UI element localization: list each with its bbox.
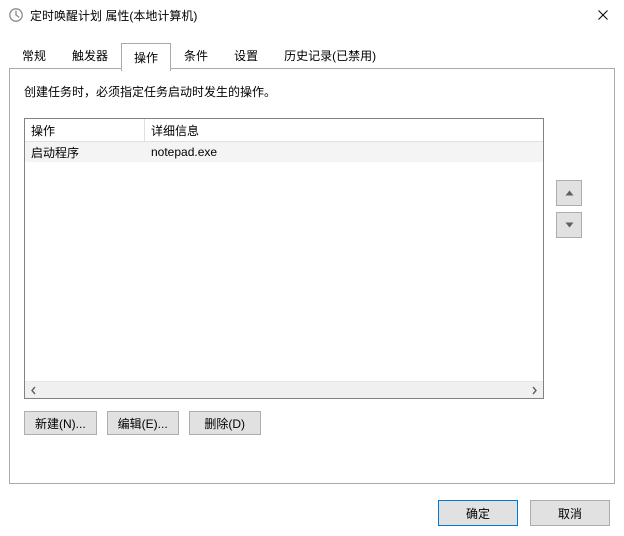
column-header-action[interactable]: 操作 (25, 119, 145, 142)
actions-table-body: 启动程序 notepad.exe (25, 142, 543, 381)
tab-general[interactable]: 常规 (9, 42, 59, 69)
dialog-footer: 确定 取消 (438, 500, 610, 526)
new-button[interactable]: 新建(N)... (24, 411, 97, 435)
chevron-up-icon (565, 190, 574, 196)
ok-button[interactable]: 确定 (438, 500, 518, 526)
tab-strip: 常规 触发器 操作 条件 设置 历史记录(已禁用) (0, 30, 624, 69)
action-crud-buttons: 新建(N)... 编辑(E)... 删除(D) (24, 411, 600, 435)
actions-tab-page: 创建任务时，必须指定任务启动时发生的操作。 操作 详细信息 启动程序 notep… (9, 69, 615, 484)
scroll-right-arrow-icon[interactable] (526, 382, 543, 399)
titlebar: 定时唤醒计划 属性(本地计算机) (0, 0, 624, 30)
cell-action: 启动程序 (25, 144, 145, 161)
tab-history[interactable]: 历史记录(已禁用) (271, 42, 389, 69)
cancel-button[interactable]: 取消 (530, 500, 610, 526)
scroll-left-arrow-icon[interactable] (25, 382, 42, 399)
edit-button[interactable]: 编辑(E)... (107, 411, 179, 435)
actions-description: 创建任务时，必须指定任务启动时发生的操作。 (24, 83, 600, 100)
move-up-button[interactable] (556, 180, 582, 206)
move-buttons (556, 118, 582, 399)
tab-conditions[interactable]: 条件 (171, 42, 221, 69)
window-title: 定时唤醒计划 属性(本地计算机) (30, 7, 584, 24)
chevron-down-icon (565, 222, 574, 228)
tab-settings[interactable]: 设置 (221, 42, 271, 69)
app-icon (8, 7, 24, 23)
window-close-button[interactable] (584, 1, 622, 29)
move-down-button[interactable] (556, 212, 582, 238)
actions-table[interactable]: 操作 详细信息 启动程序 notepad.exe (24, 118, 544, 399)
tab-triggers[interactable]: 触发器 (59, 42, 121, 69)
cell-details: notepad.exe (145, 145, 543, 159)
close-icon (598, 10, 608, 20)
column-header-details[interactable]: 详细信息 (145, 119, 543, 142)
tab-actions[interactable]: 操作 (121, 43, 171, 71)
table-row[interactable]: 启动程序 notepad.exe (25, 142, 543, 162)
horizontal-scrollbar[interactable] (25, 381, 543, 398)
actions-table-header: 操作 详细信息 (25, 119, 543, 142)
delete-button[interactable]: 删除(D) (189, 411, 261, 435)
